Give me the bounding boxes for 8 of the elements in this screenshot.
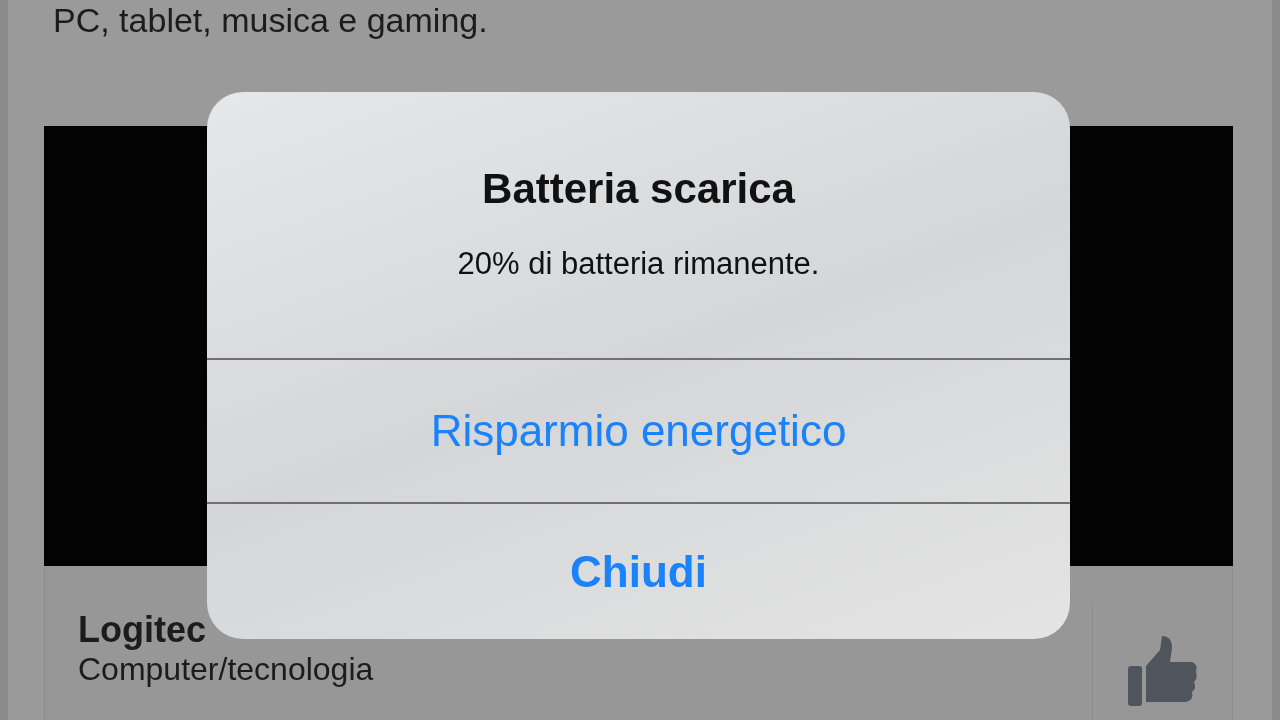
page-name: Logitec: [78, 610, 207, 650]
thumbs-up-icon[interactable]: [1127, 636, 1198, 706]
close-button[interactable]: Chiudi: [207, 502, 1070, 639]
action-button[interactable]: Risparmio energetico: [207, 360, 1070, 502]
description-text: PC, tablet, musica e gaming.: [53, 0, 489, 41]
page-category: Computer/tecnologia: [78, 650, 375, 688]
alert-title: Batteria scarica: [481, 164, 796, 214]
alert-message: 20% di batteria rimanente.: [456, 245, 821, 283]
